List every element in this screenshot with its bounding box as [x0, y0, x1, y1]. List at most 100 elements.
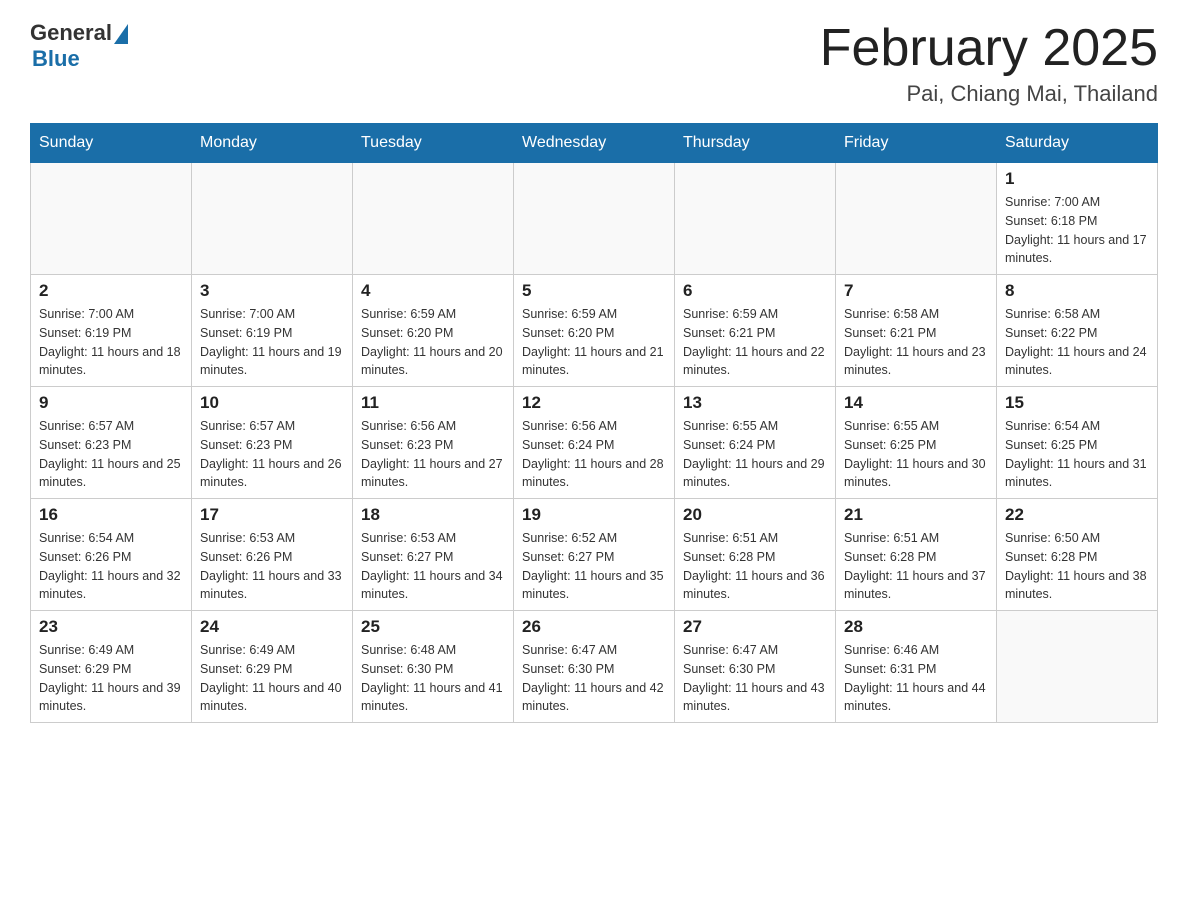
calendar-cell: 25 Sunrise: 6:48 AMSunset: 6:30 PMDayligh…	[353, 611, 514, 723]
day-info: Sunrise: 7:00 AMSunset: 6:19 PMDaylight:…	[200, 305, 344, 380]
day-number: 6	[683, 281, 827, 301]
day-info: Sunrise: 6:56 AMSunset: 6:23 PMDaylight:…	[361, 417, 505, 492]
day-number: 14	[844, 393, 988, 413]
page-header: General Blue February 2025 Pai, Chiang M…	[30, 20, 1158, 107]
day-info: Sunrise: 6:50 AMSunset: 6:28 PMDaylight:…	[1005, 529, 1149, 604]
calendar-cell: 13 Sunrise: 6:55 AMSunset: 6:24 PMDayligh…	[675, 387, 836, 499]
day-number: 13	[683, 393, 827, 413]
calendar-cell: 24 Sunrise: 6:49 AMSunset: 6:29 PMDayligh…	[192, 611, 353, 723]
location-title: Pai, Chiang Mai, Thailand	[820, 81, 1158, 107]
calendar-table: SundayMondayTuesdayWednesdayThursdayFrid…	[30, 123, 1158, 723]
calendar-week-row: 23 Sunrise: 6:49 AMSunset: 6:29 PMDayligh…	[31, 611, 1158, 723]
calendar-cell: 2Sunrise: 7:00 AMSunset: 6:19 PMDaylight…	[31, 275, 192, 387]
calendar-cell: 16 Sunrise: 6:54 AMSunset: 6:26 PMDayligh…	[31, 499, 192, 611]
title-section: February 2025 Pai, Chiang Mai, Thailand	[820, 20, 1158, 107]
day-info: Sunrise: 6:54 AMSunset: 6:26 PMDaylight:…	[39, 529, 183, 604]
day-number: 12	[522, 393, 666, 413]
day-number: 1	[1005, 169, 1149, 189]
calendar-cell: 20 Sunrise: 6:51 AMSunset: 6:28 PMDayligh…	[675, 499, 836, 611]
day-info: Sunrise: 6:59 AMSunset: 6:21 PMDaylight:…	[683, 305, 827, 380]
day-info: Sunrise: 6:47 AMSunset: 6:30 PMDaylight:…	[522, 641, 666, 716]
day-info: Sunrise: 6:57 AMSunset: 6:23 PMDaylight:…	[39, 417, 183, 492]
calendar-cell: 8 Sunrise: 6:58 AMSunset: 6:22 PMDaylight…	[997, 275, 1158, 387]
calendar-cell	[514, 163, 675, 275]
calendar-cell: 12 Sunrise: 6:56 AMSunset: 6:24 PMDayligh…	[514, 387, 675, 499]
day-number: 28	[844, 617, 988, 637]
day-info: Sunrise: 6:48 AMSunset: 6:30 PMDaylight:…	[361, 641, 505, 716]
weekday-header-row: SundayMondayTuesdayWednesdayThursdayFrid…	[31, 124, 1158, 163]
calendar-cell: 17 Sunrise: 6:53 AMSunset: 6:26 PMDayligh…	[192, 499, 353, 611]
logo: General Blue	[30, 20, 128, 72]
day-info: Sunrise: 6:54 AMSunset: 6:25 PMDaylight:…	[1005, 417, 1149, 492]
weekday-header-tuesday: Tuesday	[353, 124, 514, 163]
calendar-cell: 7 Sunrise: 6:58 AMSunset: 6:21 PMDaylight…	[836, 275, 997, 387]
calendar-cell	[192, 163, 353, 275]
calendar-cell	[836, 163, 997, 275]
day-info: Sunrise: 6:49 AMSunset: 6:29 PMDaylight:…	[39, 641, 183, 716]
calendar-week-row: 1 Sunrise: 7:00 AMSunset: 6:18 PMDaylight…	[31, 163, 1158, 275]
day-number: 26	[522, 617, 666, 637]
day-info: Sunrise: 6:53 AMSunset: 6:26 PMDaylight:…	[200, 529, 344, 604]
day-info: Sunrise: 6:56 AMSunset: 6:24 PMDaylight:…	[522, 417, 666, 492]
day-number: 19	[522, 505, 666, 525]
day-number: 11	[361, 393, 505, 413]
day-info: Sunrise: 6:59 AMSunset: 6:20 PMDaylight:…	[522, 305, 666, 380]
day-number: 2	[39, 281, 183, 301]
day-number: 17	[200, 505, 344, 525]
day-info: Sunrise: 6:57 AMSunset: 6:23 PMDaylight:…	[200, 417, 344, 492]
calendar-cell: 15 Sunrise: 6:54 AMSunset: 6:25 PMDayligh…	[997, 387, 1158, 499]
calendar-cell: 26 Sunrise: 6:47 AMSunset: 6:30 PMDayligh…	[514, 611, 675, 723]
calendar-cell	[31, 163, 192, 275]
calendar-cell: 22 Sunrise: 6:50 AMSunset: 6:28 PMDayligh…	[997, 499, 1158, 611]
day-info: Sunrise: 6:51 AMSunset: 6:28 PMDaylight:…	[683, 529, 827, 604]
calendar-cell: 21Sunrise: 6:51 AMSunset: 6:28 PMDayligh…	[836, 499, 997, 611]
day-info: Sunrise: 6:46 AMSunset: 6:31 PMDaylight:…	[844, 641, 988, 716]
day-number: 24	[200, 617, 344, 637]
calendar-cell: 3Sunrise: 7:00 AMSunset: 6:19 PMDaylight…	[192, 275, 353, 387]
day-number: 16	[39, 505, 183, 525]
day-number: 4	[361, 281, 505, 301]
calendar-week-row: 2 Sunrise: 7:00 AMSunset: 6:19 PMDaylight…	[31, 275, 1158, 387]
day-number: 7	[844, 281, 988, 301]
weekday-header-monday: Monday	[192, 124, 353, 163]
day-number: 8	[1005, 281, 1149, 301]
calendar-cell: 10Sunrise: 6:57 AMSunset: 6:23 PMDayligh…	[192, 387, 353, 499]
logo-triangle-icon	[114, 24, 128, 44]
day-info: Sunrise: 6:49 AMSunset: 6:29 PMDaylight:…	[200, 641, 344, 716]
day-number: 20	[683, 505, 827, 525]
day-number: 23	[39, 617, 183, 637]
day-number: 25	[361, 617, 505, 637]
calendar-week-row: 9 Sunrise: 6:57 AMSunset: 6:23 PMDaylight…	[31, 387, 1158, 499]
day-number: 27	[683, 617, 827, 637]
calendar-cell	[997, 611, 1158, 723]
day-info: Sunrise: 6:58 AMSunset: 6:22 PMDaylight:…	[1005, 305, 1149, 380]
weekday-header-friday: Friday	[836, 124, 997, 163]
calendar-cell: 28 Sunrise: 6:46 AMSunset: 6:31 PMDayligh…	[836, 611, 997, 723]
day-info: Sunrise: 6:53 AMSunset: 6:27 PMDaylight:…	[361, 529, 505, 604]
day-number: 18	[361, 505, 505, 525]
calendar-cell	[675, 163, 836, 275]
logo-general-text: General	[30, 20, 112, 46]
day-info: Sunrise: 7:00 AMSunset: 6:18 PMDaylight:…	[1005, 193, 1149, 268]
calendar-cell: 18 Sunrise: 6:53 AMSunset: 6:27 PMDayligh…	[353, 499, 514, 611]
calendar-cell: 11 Sunrise: 6:56 AMSunset: 6:23 PMDayligh…	[353, 387, 514, 499]
calendar-cell	[353, 163, 514, 275]
calendar-cell: 23 Sunrise: 6:49 AMSunset: 6:29 PMDayligh…	[31, 611, 192, 723]
logo-blue-text: Blue	[32, 46, 80, 72]
day-info: Sunrise: 6:55 AMSunset: 6:24 PMDaylight:…	[683, 417, 827, 492]
calendar-cell: 9 Sunrise: 6:57 AMSunset: 6:23 PMDaylight…	[31, 387, 192, 499]
calendar-cell: 5Sunrise: 6:59 AMSunset: 6:20 PMDaylight…	[514, 275, 675, 387]
day-number: 15	[1005, 393, 1149, 413]
calendar-week-row: 16 Sunrise: 6:54 AMSunset: 6:26 PMDayligh…	[31, 499, 1158, 611]
day-number: 22	[1005, 505, 1149, 525]
day-info: Sunrise: 6:51 AMSunset: 6:28 PMDaylight:…	[844, 529, 988, 604]
day-info: Sunrise: 6:58 AMSunset: 6:21 PMDaylight:…	[844, 305, 988, 380]
calendar-cell: 6 Sunrise: 6:59 AMSunset: 6:21 PMDaylight…	[675, 275, 836, 387]
calendar-cell: 14Sunrise: 6:55 AMSunset: 6:25 PMDayligh…	[836, 387, 997, 499]
day-info: Sunrise: 6:52 AMSunset: 6:27 PMDaylight:…	[522, 529, 666, 604]
weekday-header-thursday: Thursday	[675, 124, 836, 163]
day-number: 9	[39, 393, 183, 413]
weekday-header-saturday: Saturday	[997, 124, 1158, 163]
calendar-cell: 19 Sunrise: 6:52 AMSunset: 6:27 PMDayligh…	[514, 499, 675, 611]
calendar-cell: 27Sunrise: 6:47 AMSunset: 6:30 PMDayligh…	[675, 611, 836, 723]
